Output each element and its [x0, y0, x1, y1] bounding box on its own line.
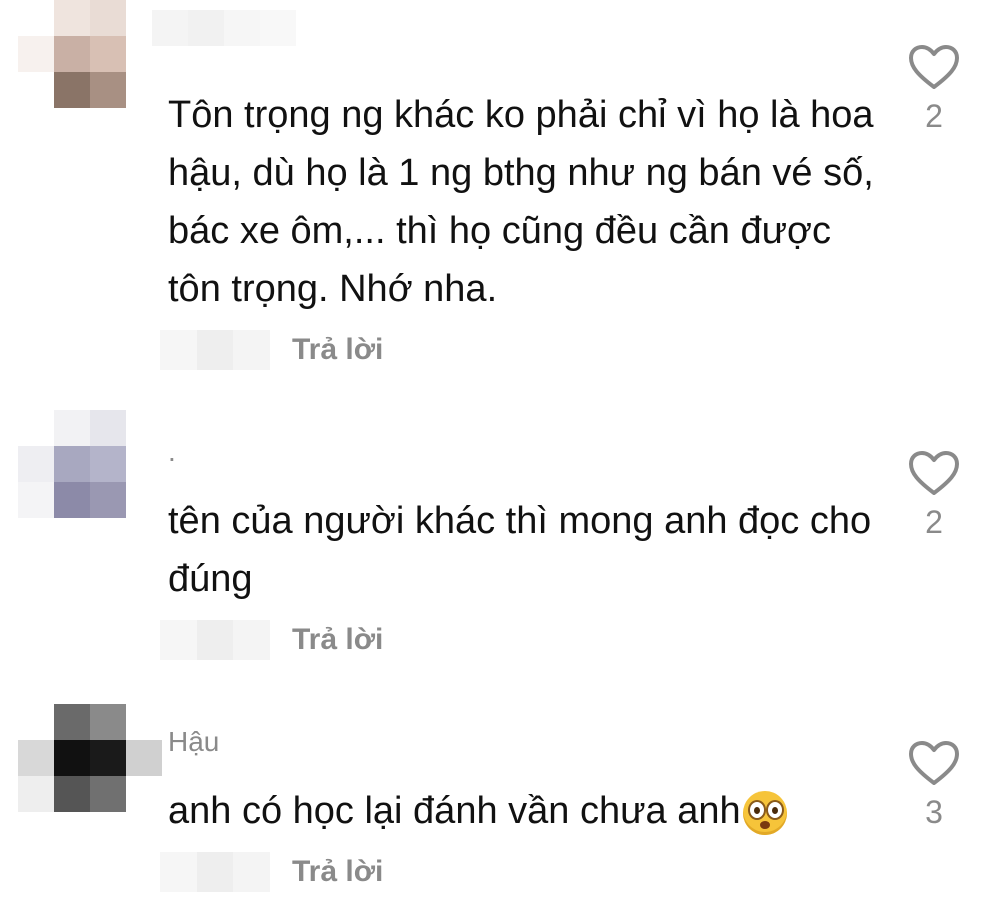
timestamp-blurred	[160, 330, 271, 370]
avatar-pixel	[90, 72, 126, 108]
commenter-name[interactable]: Hậu	[168, 726, 219, 758]
timestamp-blurred	[160, 852, 271, 892]
like-button[interactable]: 2	[902, 44, 966, 135]
flushed-face-emoji-icon	[742, 790, 787, 835]
avatar-pixel	[18, 740, 54, 776]
avatar-pixel	[90, 482, 126, 518]
comment-meta: Trả lời	[160, 852, 383, 892]
like-button[interactable]: 3	[902, 740, 966, 831]
comment-text-content: anh có học lại đánh vần chưa anh	[168, 790, 741, 832]
avatar-pixel	[54, 482, 90, 518]
comment-meta: Trả lời	[160, 620, 383, 660]
commenter-avatar[interactable]	[18, 704, 162, 812]
avatar-pixel	[126, 482, 162, 518]
avatar-pixel	[54, 740, 90, 776]
commenter-avatar[interactable]	[18, 0, 162, 108]
avatar-pixel	[54, 36, 90, 72]
avatar-pixel	[54, 776, 90, 812]
comment-text: Tôn trọng ng khác ko phải chỉ vì họ là h…	[168, 94, 874, 310]
avatar-pixel	[18, 482, 54, 518]
avatar-pixel	[126, 776, 162, 812]
avatar-pixel	[90, 36, 126, 72]
reply-button[interactable]: Trả lời	[292, 855, 383, 889]
avatar-pixel	[90, 410, 126, 446]
avatar-pixel	[54, 446, 90, 482]
avatar-pixel	[126, 740, 162, 776]
like-button[interactable]: 2	[902, 450, 966, 541]
reply-button[interactable]: Trả lời	[292, 623, 383, 657]
avatar-pixel	[18, 0, 54, 36]
like-count: 3	[925, 794, 943, 830]
avatar-pixel	[18, 446, 54, 482]
comment-meta: Trả lời	[160, 330, 383, 370]
avatar-pixel	[18, 72, 54, 108]
avatar-pixel	[90, 0, 126, 36]
reply-button[interactable]: Trả lời	[292, 333, 383, 367]
avatar-pixel	[18, 410, 54, 446]
avatar-pixel	[18, 776, 54, 812]
avatar-pixel	[54, 0, 90, 36]
avatar-pixel	[54, 704, 90, 740]
commenter-avatar[interactable]	[18, 410, 162, 518]
avatar-pixel	[54, 410, 90, 446]
username-blurred[interactable]	[152, 10, 296, 46]
avatar-pixel	[126, 72, 162, 108]
avatar-pixel	[90, 704, 126, 740]
avatar-pixel	[18, 36, 54, 72]
avatar-pixel	[126, 410, 162, 446]
like-count: 2	[925, 98, 943, 134]
heart-outline-icon	[909, 741, 959, 785]
heart-outline-icon	[909, 45, 959, 89]
avatar-pixel	[90, 740, 126, 776]
avatar-pixel	[90, 776, 126, 812]
timestamp-blurred	[160, 620, 271, 660]
comment-text: anh có học lại đánh vần chưa anh	[168, 782, 888, 840]
avatar-pixel	[126, 704, 162, 740]
commenter-name[interactable]: .	[168, 436, 176, 468]
avatar-pixel	[18, 704, 54, 740]
heart-outline-icon	[909, 451, 959, 495]
avatar-pixel	[90, 446, 126, 482]
avatar-pixel	[54, 72, 90, 108]
like-count: 2	[925, 504, 943, 540]
comment-text: tên của người khác thì mong anh đọc cho …	[168, 500, 872, 600]
avatar-pixel	[126, 446, 162, 482]
